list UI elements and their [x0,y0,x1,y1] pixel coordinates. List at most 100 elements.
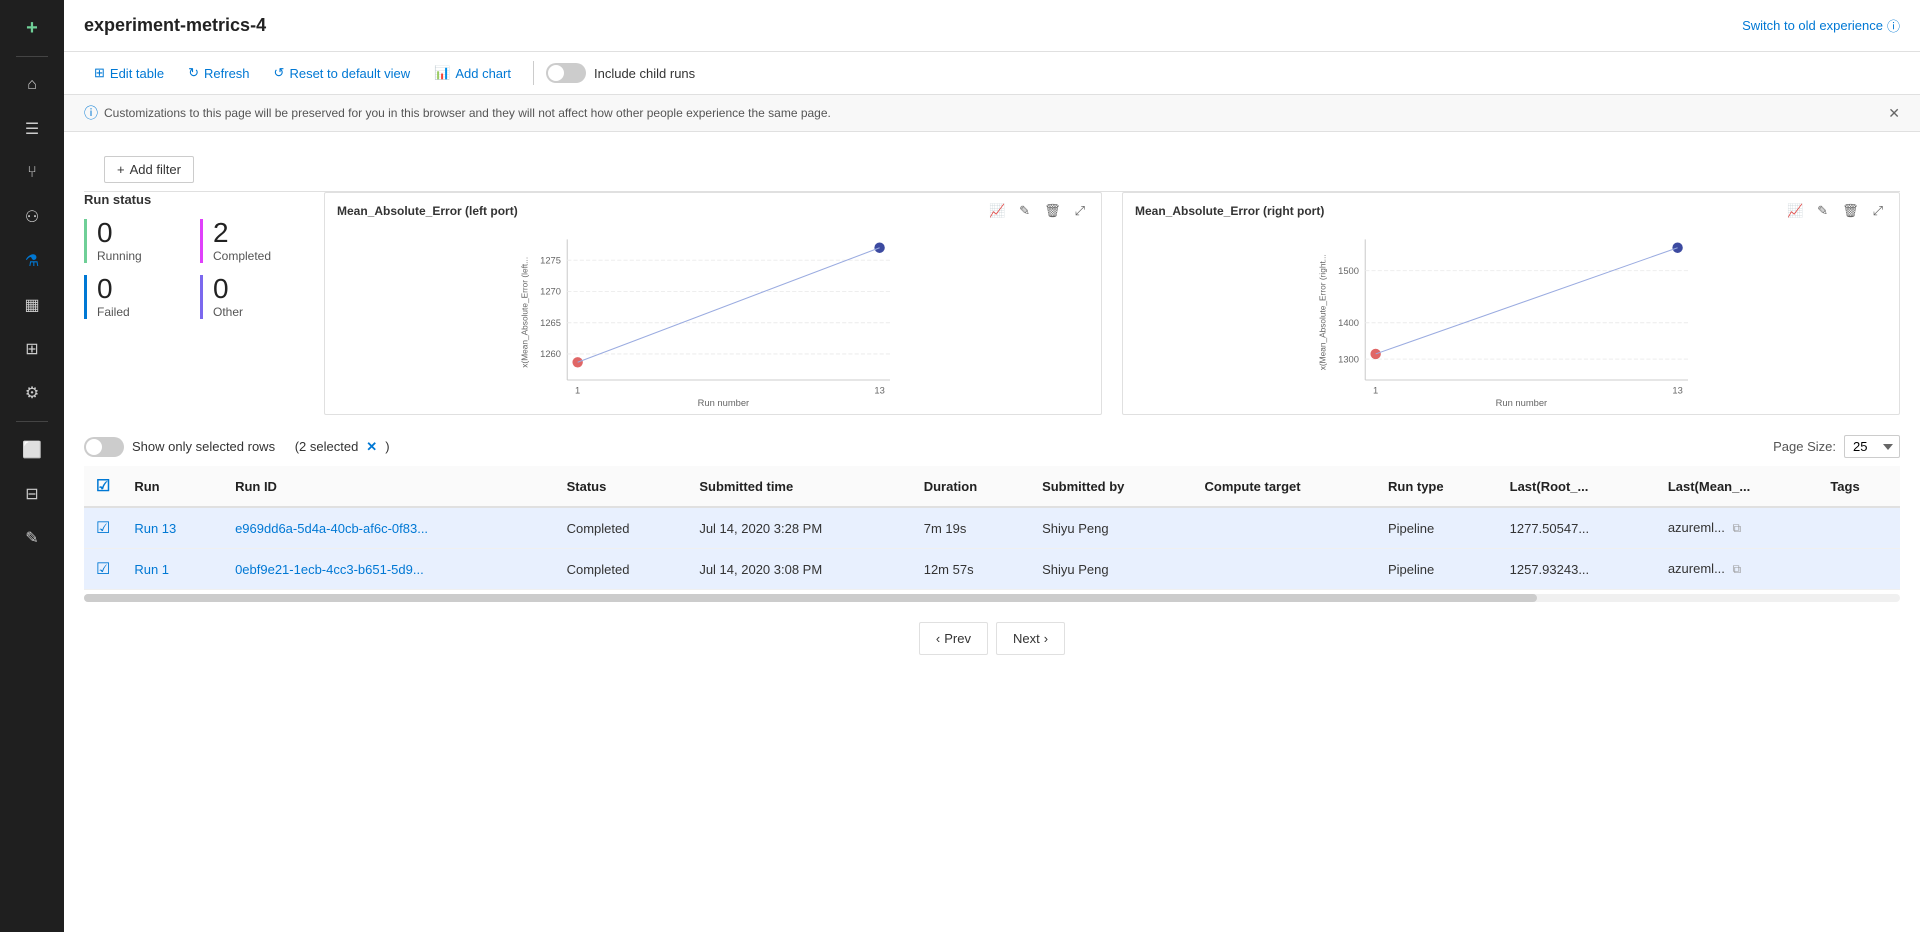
table-icon: ⊞ [94,65,105,81]
next-button[interactable]: Next › [996,622,1065,655]
td-run-1: Run 1 [122,549,223,590]
th-tags[interactable]: Tags [1818,466,1900,507]
edit-table-button[interactable]: ⊞ Edit table [84,60,174,86]
th-compute-target[interactable]: Compute target [1193,466,1376,507]
clear-selected-button[interactable]: ✕ [366,439,377,455]
td-tags-13 [1818,507,1900,549]
edit-icon[interactable]: ✎ [12,518,52,558]
chart-left-edit-icon[interactable]: ✎ [1015,201,1034,221]
failed-count: 0 [97,275,188,303]
pipeline-icon[interactable]: ⊞ [12,329,52,369]
run-status-card: Run status 0 Running 2 Completed 0 Faile… [84,192,304,319]
selected-bar-right: Page Size: 25 10 50 100 [1773,435,1900,458]
td-select-run1[interactable]: ☑ [84,549,122,590]
show-selected-toggle[interactable] [84,437,124,457]
reset-view-button[interactable]: ↺ Reset to default view [264,60,421,86]
run-id-1-link[interactable]: 0ebf9e21-1ecb-4cc3-b651-5d9... [235,562,424,577]
add-filter-button[interactable]: + Add filter [104,156,194,183]
refresh-button[interactable]: ↻ Refresh [178,60,259,86]
th-last-root[interactable]: Last(Root_... [1498,466,1656,507]
chart-left-expand-icon[interactable]: ⤢ [1071,201,1089,221]
chart-right-edit-icon[interactable]: ✎ [1813,201,1832,221]
svg-text:1: 1 [1373,386,1378,396]
th-run[interactable]: Run [122,466,223,507]
td-submitted-time-13: Jul 14, 2020 3:28 PM [687,507,911,549]
charts-area: Mean_Absolute_Error (left port) 📈 ✎ 🗑 ⤢ [324,192,1900,415]
include-child-label: Include child runs [594,66,695,81]
reset-icon: ↺ [274,65,285,81]
th-run-id[interactable]: Run ID [223,466,555,507]
prev-chevron-icon: ‹ [936,631,940,646]
chart-right-delete-icon[interactable]: 🗑 [1838,201,1863,221]
td-compute-13 [1193,507,1376,549]
prev-label: Prev [944,631,971,646]
scrollbar-thumb[interactable] [84,594,1537,602]
gear-icon[interactable]: ⚙ [12,373,52,413]
th-submitted-time[interactable]: Submitted time [687,466,911,507]
chart-right-title: Mean_Absolute_Error (right port) [1135,204,1324,218]
svg-text:1: 1 [575,386,580,396]
page-size-select[interactable]: 25 10 50 100 [1844,435,1900,458]
flask-icon[interactable]: ⚗ [12,241,52,281]
failed-label: Failed [97,305,188,319]
run-id-13-link[interactable]: e969dd6a-5d4a-40cb-af6c-0f83... [235,521,428,536]
filter-bar: + Add filter [84,148,1900,192]
chart-left-line-icon[interactable]: 📈 [985,201,1009,221]
database-icon[interactable]: ⊟ [12,474,52,514]
th-run-type[interactable]: Run type [1376,466,1498,507]
reset-view-label: Reset to default view [289,66,410,81]
other-label: Other [213,305,304,319]
running-count: 0 [97,219,188,247]
chart-right-actions: 📈 ✎ 🗑 ⤢ [1783,201,1887,221]
toolbar: ⊞ Edit table ↻ Refresh ↺ Reset to defaul… [64,52,1920,95]
toolbar-divider [533,61,534,85]
pagination: ‹ Prev Next › [84,606,1900,671]
info-circle-icon: ⓘ [1887,16,1900,35]
chart-right-svg: 1500 1400 1300 1 13 Run number x(Mean_Ab… [1131,229,1891,406]
include-child-toggle[interactable] [546,63,586,83]
copy-icon-1[interactable]: ⧉ [1733,562,1742,576]
selected-count: (2 selected [295,439,359,454]
notes-icon[interactable]: ☰ [12,109,52,149]
switch-experience-link[interactable]: Switch to old experience ⓘ [1742,16,1900,35]
chart-right-port: Mean_Absolute_Error (right port) 📈 ✎ 🗑 ⤢ [1122,192,1900,415]
td-select-run13[interactable]: ☑ [84,507,122,549]
td-run-id-13: e969dd6a-5d4a-40cb-af6c-0f83... [223,507,555,549]
table-container: ☑ Run Run ID Status Submitted time Durat… [84,466,1900,590]
selected-bar-left: Show only selected rows (2 selected ✕ ) [84,437,390,457]
info-bar-close-button[interactable]: ✕ [1888,105,1900,122]
run-13-link[interactable]: Run 13 [134,521,176,536]
home-icon[interactable]: ⌂ [12,65,52,105]
table-horizontal-scrollbar[interactable] [84,594,1900,602]
th-last-mean[interactable]: Last(Mean_... [1656,466,1819,507]
plus-icon[interactable]: + [12,8,52,48]
svg-text:13: 13 [1672,386,1682,396]
th-status[interactable]: Status [555,466,688,507]
th-select-all[interactable]: ☑ [84,466,122,507]
copy-icon-13[interactable]: ⧉ [1733,521,1742,535]
chart-right-expand-icon[interactable]: ⤢ [1869,201,1887,221]
td-duration-1: 12m 57s [912,549,1030,590]
filter-plus-icon: + [117,162,125,177]
svg-text:Run number: Run number [698,398,750,406]
run-1-link[interactable]: Run 1 [134,562,169,577]
add-chart-button[interactable]: 📊 Add chart [424,60,521,86]
th-duration[interactable]: Duration [912,466,1030,507]
chart-left-body: 1275 1270 1265 1260 1 13 Run number x(Me… [325,229,1101,414]
th-submitted-by[interactable]: Submitted by [1030,466,1192,507]
td-duration-13: 7m 19s [912,507,1030,549]
monitor-icon[interactable]: ⬜ [12,430,52,470]
selected-bar: Show only selected rows (2 selected ✕ ) … [84,431,1900,466]
td-status-13: Completed [555,507,688,549]
prev-button[interactable]: ‹ Prev [919,622,988,655]
branch-icon[interactable]: ⑂ [12,153,52,193]
chart-left-actions: 📈 ✎ 🗑 ⤢ [985,201,1089,221]
dashboard-icon[interactable]: ▦ [12,285,52,325]
people-icon[interactable]: ⚇ [12,197,52,237]
include-child-toggle-container: Include child runs [546,63,695,83]
completed-label: Completed [213,249,304,263]
chart-right-line-icon[interactable]: 📈 [1783,201,1807,221]
run-status-title: Run status [84,192,304,207]
info-message: Customizations to this page will be pres… [104,106,831,120]
chart-left-delete-icon[interactable]: 🗑 [1040,201,1065,221]
